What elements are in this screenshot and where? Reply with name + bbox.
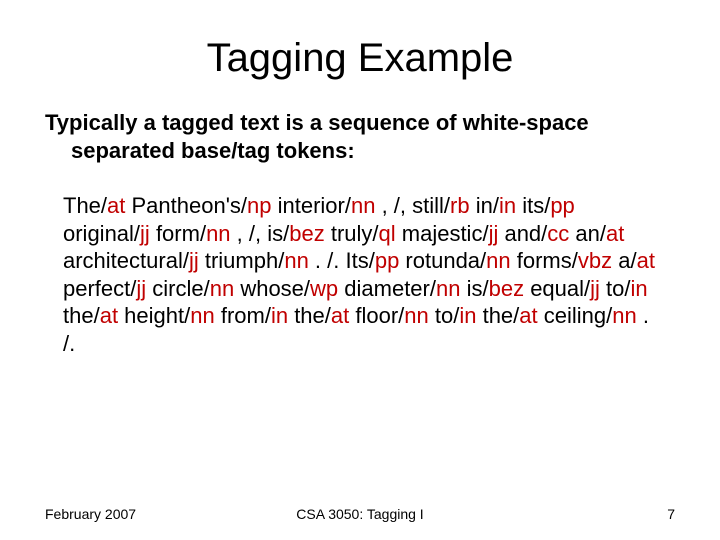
token-tag: nn [486, 248, 510, 273]
token-tag: in [499, 193, 516, 218]
token-word: the/ [476, 303, 519, 328]
token-word: interior/ [272, 193, 351, 218]
token-word: height/ [118, 303, 190, 328]
slide-title: Tagging Example [45, 36, 675, 81]
token-word: rotunda/ [399, 248, 486, 273]
token-word: to/ [429, 303, 460, 328]
token-word: an/ [569, 221, 606, 246]
token-tag: cc [547, 221, 569, 246]
token-word: whose/ [234, 276, 310, 301]
tagged-text-block: The/at Pantheon's/np interior/nn , /, st… [45, 192, 675, 357]
token-tag: jj [489, 221, 499, 246]
token-word: Pantheon's/ [125, 193, 247, 218]
token-tag: pp [375, 248, 399, 273]
token-tag: ql [379, 221, 396, 246]
token-word: to/ [600, 276, 631, 301]
token-tag: nn [612, 303, 636, 328]
token-tag: vbz [578, 248, 612, 273]
token-tag: in [459, 303, 476, 328]
token-tag: np [247, 193, 271, 218]
token-word: equal/ [524, 276, 590, 301]
slide: Tagging Example Typically a tagged text … [0, 0, 720, 540]
slide-footer: February 2007 CSA 3050: Tagging I 7 [0, 506, 720, 522]
token-tag: jj [590, 276, 600, 301]
token-tag: at [606, 221, 624, 246]
token-tag: jj [189, 248, 199, 273]
token-word: original/ [63, 221, 140, 246]
token-tag: jj [136, 276, 146, 301]
token-tag: nn [351, 193, 375, 218]
token-word: and/ [498, 221, 547, 246]
token-tag: nn [404, 303, 428, 328]
slide-subtitle: Typically a tagged text is a sequence of… [45, 109, 675, 164]
token-word: diameter/ [338, 276, 436, 301]
token-word: , /, is/ [231, 221, 290, 246]
token-tag: at [637, 248, 655, 273]
footer-course: CSA 3050: Tagging I [296, 506, 423, 522]
token-tag: bez [489, 276, 524, 301]
token-tag: nn [284, 248, 308, 273]
token-word: floor/ [349, 303, 404, 328]
token-tag: in [631, 276, 648, 301]
token-word: form/ [150, 221, 206, 246]
token-word: forms/ [511, 248, 578, 273]
token-word: perfect/ [63, 276, 136, 301]
token-tag: nn [210, 276, 234, 301]
token-word: , /, still/ [375, 193, 450, 218]
token-tag: nn [206, 221, 230, 246]
token-word: architectural/ [63, 248, 189, 273]
token-tag: nn [190, 303, 214, 328]
token-word: a/ [612, 248, 636, 273]
token-word: triumph/ [199, 248, 285, 273]
token-word: . /. Its/ [309, 248, 375, 273]
token-word: in/ [470, 193, 499, 218]
token-tag: at [519, 303, 537, 328]
token-word: the/ [63, 303, 100, 328]
token-word: The/ [63, 193, 107, 218]
token-tag: in [271, 303, 288, 328]
token-tag: at [100, 303, 118, 328]
token-tag: at [331, 303, 349, 328]
token-tag: jj [140, 221, 150, 246]
token-tag: pp [550, 193, 574, 218]
token-word: from/ [215, 303, 271, 328]
token-tag: rb [450, 193, 470, 218]
token-word: circle/ [146, 276, 210, 301]
token-tag: bez [289, 221, 324, 246]
token-word: the/ [288, 303, 331, 328]
subtitle-text: Typically a tagged text is a sequence of… [45, 109, 675, 164]
token-word: truly/ [325, 221, 379, 246]
token-tag: wp [310, 276, 338, 301]
token-word: ceiling/ [538, 303, 613, 328]
footer-date: February 2007 [45, 506, 136, 522]
token-word: is/ [460, 276, 488, 301]
token-word: majestic/ [396, 221, 489, 246]
token-word: its/ [516, 193, 550, 218]
token-tag: nn [436, 276, 460, 301]
token-tag: at [107, 193, 125, 218]
footer-page-number: 7 [667, 506, 675, 522]
